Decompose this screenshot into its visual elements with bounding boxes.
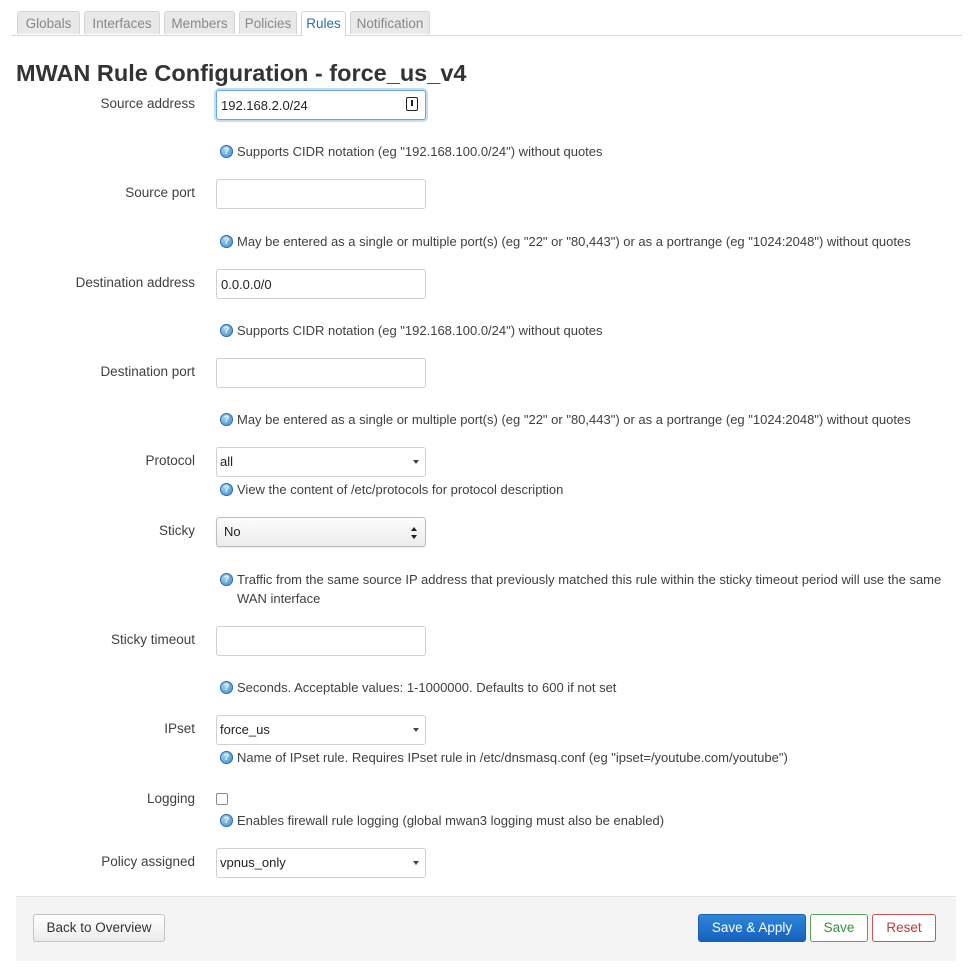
logging-help: ? Enables firewall rule logging (global … (220, 811, 960, 830)
sticky-timeout-label: Sticky timeout (110, 632, 195, 647)
destination-address-input[interactable] (216, 269, 426, 299)
info-circle-icon: ? (220, 413, 233, 426)
policy-assigned-select[interactable]: vpnus_only (216, 848, 426, 878)
tab-interfaces[interactable]: Interfaces (84, 11, 160, 34)
sticky-select[interactable]: No (216, 517, 426, 547)
source-address-help: ? Supports CIDR notation (eg "192.168.10… (220, 142, 960, 161)
destination-port-input[interactable] (216, 358, 426, 388)
source-port-label: Source port (125, 185, 195, 200)
info-circle-icon: ? (220, 145, 233, 158)
destination-address-label: Destination address (75, 275, 195, 290)
sticky-value: No (224, 524, 241, 539)
sticky-timeout-input[interactable] (216, 626, 426, 656)
protocol-value: all (220, 454, 234, 469)
help-text: Name of IPset rule. Requires IPset rule … (237, 750, 788, 765)
ipset-help: ? Name of IPset rule. Requires IPset rul… (220, 748, 960, 767)
info-circle-icon: ? (220, 483, 233, 496)
help-text: May be entered as a single or multiple p… (237, 234, 911, 249)
ipset-label: IPset (164, 721, 195, 736)
logging-label: Logging (146, 791, 195, 806)
info-circle-icon: ? (220, 324, 233, 337)
save-button[interactable]: Save (810, 914, 868, 942)
source-port-help: ? May be entered as a single or multiple… (220, 232, 960, 251)
chevron-down-icon (413, 728, 419, 732)
logging-checkbox[interactable] (216, 793, 228, 805)
protocol-select[interactable]: all (216, 447, 426, 477)
action-bar: Back to Overview Save & Apply Save Reset (16, 896, 956, 961)
source-address-input[interactable] (216, 90, 426, 120)
tab-members[interactable]: Members (164, 11, 235, 34)
ipset-select[interactable]: force_us (216, 715, 426, 745)
protocol-help: ? View the content of /etc/protocols for… (220, 480, 960, 499)
destination-port-label: Destination port (100, 364, 195, 379)
protocol-label: Protocol (145, 453, 195, 468)
chevron-down-icon (413, 460, 419, 464)
policy-assigned-value: vpnus_only (220, 855, 286, 870)
help-text: Enables firewall rule logging (global mw… (237, 813, 665, 828)
source-port-input[interactable] (216, 179, 426, 209)
help-text: View the content of /etc/protocols for p… (237, 482, 564, 497)
tab-policies[interactable]: Policies (239, 11, 297, 34)
tab-globals[interactable]: Globals (17, 11, 80, 34)
help-text: Seconds. Acceptable values: 1-1000000. D… (237, 680, 617, 695)
destination-address-help: ? Supports CIDR notation (eg "192.168.10… (220, 321, 960, 340)
tab-rules[interactable]: Rules (301, 11, 346, 36)
info-circle-icon: ? (220, 751, 233, 764)
updown-arrows-icon (411, 527, 418, 539)
info-circle-icon: ? (220, 235, 233, 248)
sticky-timeout-help: ? Seconds. Acceptable values: 1-1000000.… (220, 678, 960, 697)
save-apply-button[interactable]: Save & Apply (698, 914, 806, 942)
chevron-down-icon (413, 861, 419, 865)
tab-bar: Globals Interfaces Members Policies Rule… (12, 11, 962, 36)
tab-notification[interactable]: Notification (350, 11, 430, 34)
info-circle-icon: ? (220, 681, 233, 694)
info-circle-icon: ? (220, 814, 233, 827)
source-address-label: Source address (100, 96, 195, 111)
help-text: May be entered as a single or multiple p… (237, 412, 911, 427)
sticky-help: ? Traffic from the same source IP addres… (220, 570, 955, 608)
help-text: Supports CIDR notation (eg "192.168.100.… (237, 323, 603, 338)
sticky-label: Sticky (158, 523, 195, 538)
ipset-value: force_us (220, 722, 270, 737)
help-text: Traffic from the same source IP address … (237, 572, 942, 606)
reset-button[interactable]: Reset (872, 914, 936, 942)
info-circle-icon: ? (220, 573, 233, 586)
policy-assigned-label: Policy assigned (101, 854, 195, 869)
back-to-overview-button[interactable]: Back to Overview (33, 914, 165, 942)
help-text: Supports CIDR notation (eg "192.168.100.… (237, 144, 603, 159)
key-icon[interactable] (406, 97, 418, 111)
destination-port-help: ? May be entered as a single or multiple… (220, 410, 960, 429)
page-title: MWAN Rule Configuration - force_us_v4 (16, 60, 467, 86)
